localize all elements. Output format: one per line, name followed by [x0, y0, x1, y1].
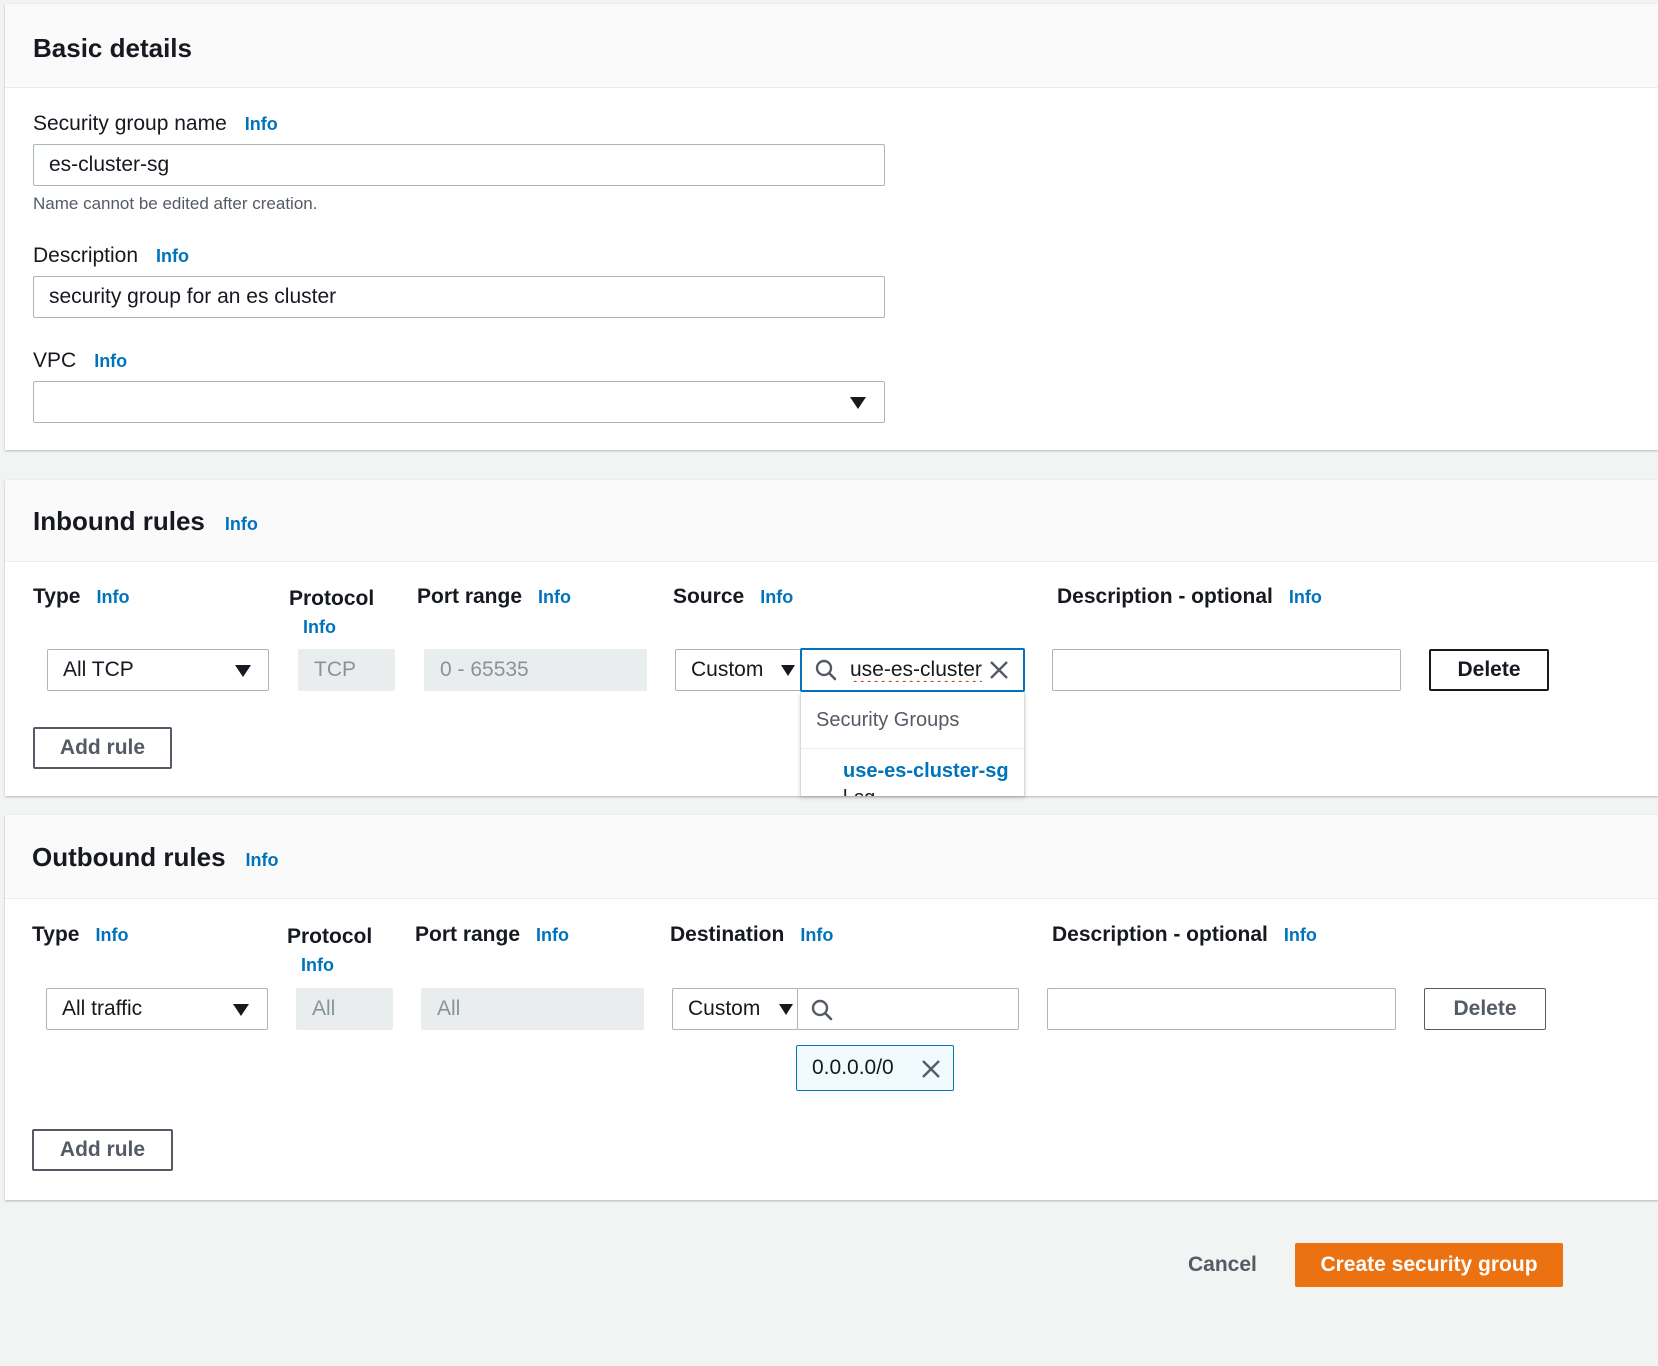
inbound-port-range-field: 0 - 65535	[424, 649, 647, 691]
vpc-select[interactable]	[33, 381, 885, 423]
inbound-protocol-field: TCP	[298, 649, 395, 691]
outbound-port-range-field: All	[421, 988, 644, 1030]
outbound-desc-info-link[interactable]: Info	[1284, 925, 1317, 945]
dropdown-divider	[801, 748, 1024, 749]
description-label-text: Description	[33, 244, 139, 267]
inbound-rules-header: Inbound rules Info	[5, 480, 1658, 562]
vpc-chevron-down-icon	[850, 397, 866, 409]
inbound-col-source: Source Info	[673, 585, 793, 609]
inbound-protocol-info-link[interactable]: Info	[303, 613, 374, 641]
security-group-name-hint: Name cannot be edited after creation.	[33, 194, 318, 213]
outbound-rules-header: Outbound rules Info	[5, 815, 1658, 899]
inbound-desc-info-link[interactable]: Info	[1289, 587, 1322, 607]
outbound-col-dest-text: Destination	[670, 923, 785, 946]
outbound-type-chevron-down-icon	[233, 1004, 249, 1016]
inbound-col-source-text: Source	[673, 585, 745, 608]
vpc-label-text: VPC	[33, 349, 77, 372]
inbound-port-info-link[interactable]: Info	[538, 587, 571, 607]
outbound-protocol-field: All	[296, 988, 393, 1030]
inbound-clear-search-close-icon[interactable]	[988, 659, 1010, 681]
basic-details-panel: Basic details Security group name Info es…	[5, 4, 1658, 450]
dropdown-option-label: use-es-cluster-sg	[843, 760, 1009, 782]
outbound-delete-button[interactable]: Delete	[1424, 988, 1546, 1030]
inbound-col-port-range: Port range Info	[417, 585, 571, 609]
dropdown-option-security-group[interactable]: use-es-cluster-sg l-sg	[843, 760, 1009, 796]
outbound-cidr-token-text: 0.0.0.0/0	[812, 1056, 894, 1079]
inbound-rules-panel: Inbound rules Info Type Info Protocol Info…	[5, 480, 1658, 796]
inbound-col-protocol-text: Protocol	[289, 587, 375, 610]
outbound-col-port-range: Port range Info	[415, 923, 569, 947]
outbound-port-info-link[interactable]: Info	[536, 925, 569, 945]
inbound-rules-title-text: Inbound rules	[33, 506, 205, 536]
outbound-col-protocol-text: Protocol	[287, 925, 373, 948]
inbound-col-type-text: Type	[33, 585, 81, 608]
inbound-col-description: Description - optional Info	[1057, 585, 1322, 609]
outbound-rules-title-text: Outbound rules	[32, 842, 226, 872]
outbound-col-protocol: Protocol Info	[287, 923, 372, 979]
inbound-source-type-chevron-down-icon	[781, 665, 795, 676]
inbound-rules-info-link[interactable]: Info	[225, 514, 258, 534]
description-input[interactable]: security group for an es cluster	[33, 276, 885, 318]
security-group-name-label-text: Security group name	[33, 112, 227, 135]
create-security-group-button[interactable]: Create security group	[1295, 1243, 1563, 1287]
inbound-type-chevron-down-icon	[235, 665, 251, 677]
inbound-col-protocol: Protocol Info	[289, 585, 374, 641]
inbound-col-type: Type Info	[33, 585, 129, 609]
cancel-button[interactable]: Cancel	[1188, 1253, 1257, 1277]
outbound-col-type-text: Type	[32, 923, 80, 946]
vpc-info-link[interactable]: Info	[94, 351, 127, 371]
outbound-add-rule-button[interactable]: Add rule	[32, 1129, 173, 1171]
dropdown-group-header: Security Groups	[816, 709, 960, 731]
inbound-source-info-link[interactable]: Info	[760, 587, 793, 607]
description-info-link[interactable]: Info	[156, 246, 189, 266]
outbound-protocol-info-link[interactable]: Info	[301, 951, 372, 979]
outbound-col-desc-text: Description - optional	[1052, 923, 1268, 946]
outbound-description-input[interactable]	[1047, 988, 1396, 1030]
security-group-name-input[interactable]: es-cluster-sg	[33, 144, 885, 186]
outbound-col-destination: Destination Info	[670, 923, 833, 947]
security-group-name-label: Security group name Info	[33, 112, 278, 136]
inbound-type-info-link[interactable]: Info	[96, 587, 129, 607]
outbound-dest-type-chevron-down-icon	[779, 1004, 793, 1015]
outbound-remove-token-close-icon[interactable]	[920, 1058, 942, 1080]
basic-details-header: Basic details	[5, 4, 1658, 88]
inbound-source-dropdown: Security Groups use-es-cluster-sg l-sg	[800, 692, 1025, 796]
inbound-search-icon	[815, 659, 837, 681]
outbound-rules-panel: Outbound rules Info Type Info Protocol Inf…	[5, 815, 1658, 1200]
outbound-col-port-text: Port range	[415, 923, 521, 946]
outbound-search-icon	[811, 999, 833, 1021]
inbound-col-port-text: Port range	[417, 585, 523, 608]
inbound-description-input[interactable]	[1052, 649, 1401, 691]
security-group-name-info-link[interactable]: Info	[245, 114, 278, 134]
description-label: Description Info	[33, 244, 189, 268]
inbound-delete-button[interactable]: Delete	[1429, 649, 1549, 691]
outbound-rules-info-link[interactable]: Info	[246, 850, 279, 870]
dropdown-option-sublabel: l-sg	[843, 787, 1009, 796]
inbound-col-desc-text: Description - optional	[1057, 585, 1273, 608]
inbound-rules-title: Inbound rules Info	[33, 506, 258, 537]
outbound-dest-info-link[interactable]: Info	[800, 925, 833, 945]
inbound-add-rule-button[interactable]: Add rule	[33, 727, 172, 769]
outbound-col-description: Description - optional Info	[1052, 923, 1317, 947]
outbound-rules-title: Outbound rules Info	[32, 842, 279, 873]
outbound-type-info-link[interactable]: Info	[95, 925, 128, 945]
inbound-source-search-text: use-es-cluster	[850, 658, 982, 681]
outbound-col-type: Type Info	[32, 923, 128, 947]
basic-details-title: Basic details	[33, 33, 192, 63]
vpc-label: VPC Info	[33, 349, 127, 373]
